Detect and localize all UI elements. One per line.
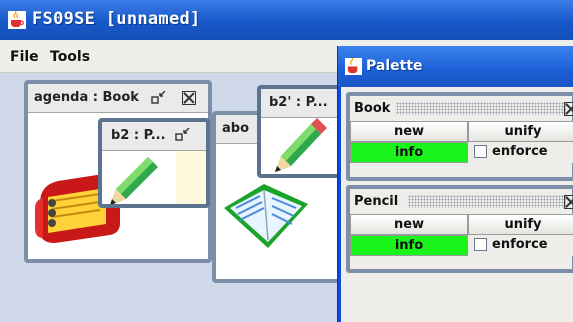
enforce-label: enforce [492, 237, 548, 252]
frame-title: abo [222, 121, 250, 136]
close-icon[interactable] [564, 195, 573, 209]
unify-button[interactable]: unify [468, 214, 573, 235]
unify-button[interactable]: unify [468, 121, 573, 142]
frame-content [261, 118, 337, 174]
frame-titlebar[interactable]: b2' : P... [261, 89, 337, 118]
palette-window: Palette Book new unify info enforce Penc… [337, 46, 573, 322]
new-button[interactable]: new [350, 121, 468, 142]
window-titlebar[interactable]: FS09SE [unnamed] [0, 0, 573, 40]
panel-header[interactable]: Pencil [350, 189, 573, 214]
frame-b2-prime-pencil[interactable]: b2' : P... [257, 85, 341, 178]
checkbox-box[interactable] [474, 145, 487, 158]
panel-label: Book [354, 101, 391, 116]
minimize-icon[interactable] [151, 91, 167, 105]
panel-label: Pencil [354, 194, 399, 209]
frame-titlebar[interactable]: agenda : Book [28, 84, 208, 113]
frame-content [102, 151, 206, 204]
frame-title: agenda : Book [34, 90, 139, 105]
palette-panel-pencil: Pencil new unify info enforce [346, 185, 573, 273]
panel-drag-handle[interactable] [408, 195, 566, 208]
panel-drag-handle[interactable] [396, 102, 566, 115]
java-cup-icon [8, 11, 26, 29]
pencil-icon [275, 118, 327, 172]
info-button[interactable]: info [350, 142, 468, 163]
frame-title: b2 : P... [111, 128, 166, 143]
enforce-checkbox[interactable]: enforce [468, 142, 573, 163]
enforce-checkbox[interactable]: enforce [468, 235, 573, 256]
palette-panel-book: Book new unify info enforce [346, 92, 573, 181]
close-icon[interactable] [564, 102, 573, 116]
open-book-icon [224, 184, 308, 248]
pencil-icon [110, 157, 158, 204]
palette-body: Book new unify info enforce Pencil new u… [341, 87, 573, 322]
palette-titlebar[interactable]: Palette [338, 46, 573, 87]
info-button[interactable]: info [350, 235, 468, 256]
java-cup-icon [345, 58, 362, 75]
menu-tools[interactable]: Tools [50, 49, 90, 65]
minimize-icon[interactable] [175, 128, 191, 142]
new-button[interactable]: new [350, 214, 468, 235]
checkbox-box[interactable] [474, 238, 487, 251]
menu-file[interactable]: File [10, 49, 39, 65]
frame-b2-pencil[interactable]: b2 : P... [98, 118, 210, 208]
palette-title: Palette [366, 58, 423, 74]
close-icon[interactable] [182, 91, 196, 105]
window-title: FS09SE [unnamed] [32, 9, 201, 29]
panel-header[interactable]: Book [350, 96, 573, 121]
frame-title: b2' : P... [269, 95, 328, 110]
frame-titlebar[interactable]: b2 : P... [102, 122, 206, 151]
enforce-label: enforce [492, 144, 548, 159]
